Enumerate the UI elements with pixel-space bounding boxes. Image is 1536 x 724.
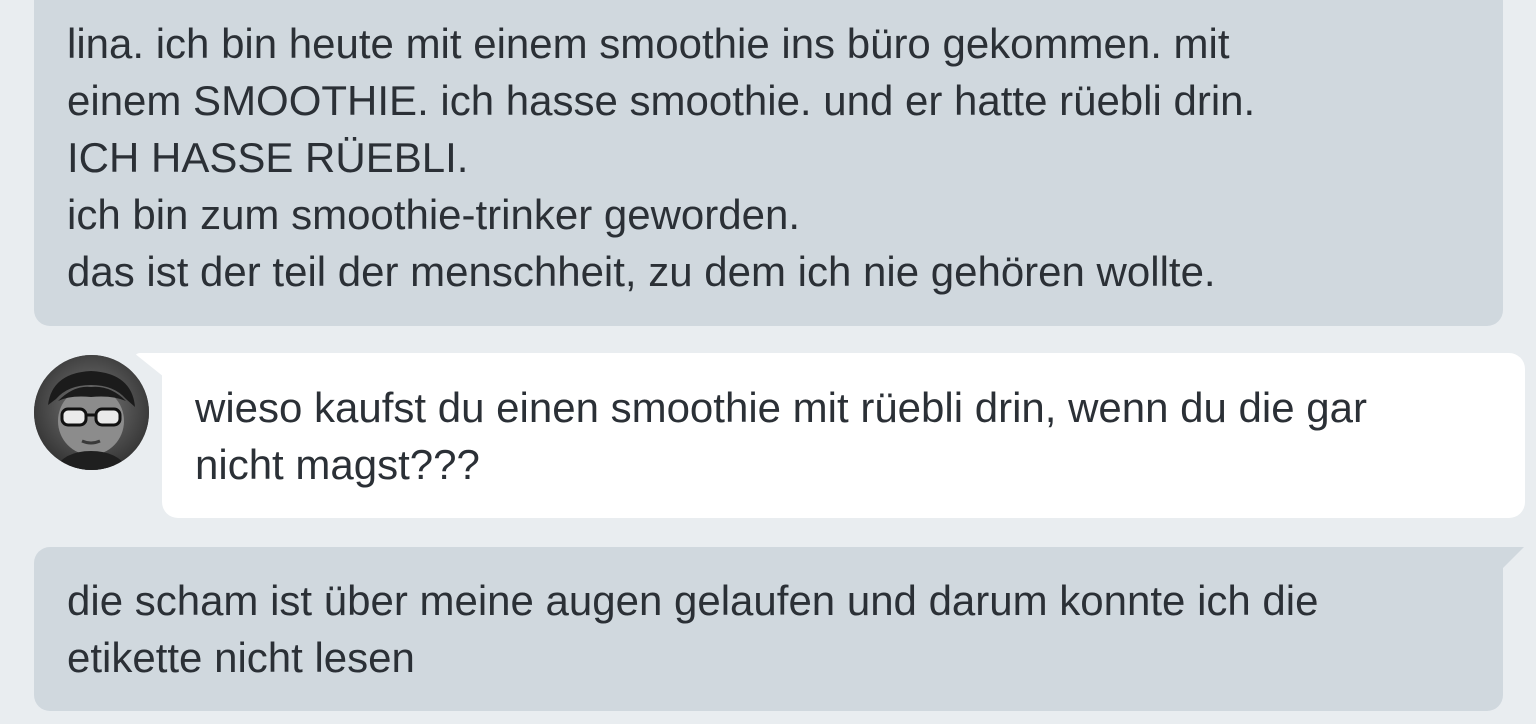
message-text-line: wieso kaufst du einen smoothie mit rüebl…: [195, 384, 1367, 431]
message-text-line: ICH HASSE RÜEBLI.: [67, 134, 469, 181]
chat-thread: lina. ich bin heute mit einem smoothie i…: [0, 0, 1536, 724]
message-text-line: das ist der teil der menschheit, zu dem …: [67, 248, 1216, 295]
message-text-line: nicht magst???: [195, 441, 480, 488]
bubble-tail: [1500, 547, 1524, 571]
user-avatar-sunglasses-icon[interactable]: [34, 355, 149, 470]
message-text-line: etikette nicht lesen: [67, 634, 415, 681]
message-bubble-incoming: lina. ich bin heute mit einem smoothie i…: [34, 0, 1503, 326]
message-bubble-outgoing: wieso kaufst du einen smoothie mit rüebl…: [162, 353, 1525, 518]
message-bubble-incoming: die scham ist über meine augen gelaufen …: [34, 547, 1503, 711]
message-text-line: die scham ist über meine augen gelaufen …: [67, 577, 1319, 624]
message-text-line: einem SMOOTHIE. ich hasse smoothie. und …: [67, 77, 1256, 124]
bubble-tail: [134, 353, 164, 377]
message-text-line: lina. ich bin heute mit einem smoothie i…: [67, 20, 1230, 67]
message-text-line: ich bin zum smoothie-trinker geworden.: [67, 191, 800, 238]
